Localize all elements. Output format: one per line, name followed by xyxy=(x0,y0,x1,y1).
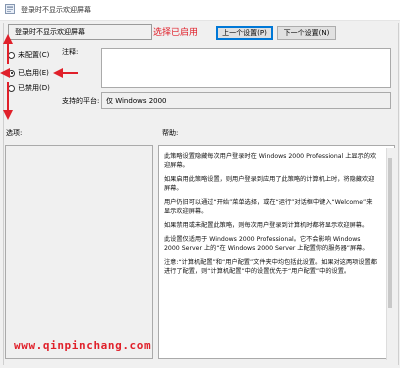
radio-not-configured[interactable]: 未配置(C) xyxy=(8,49,49,61)
platform-label: 支持的平台: xyxy=(62,97,100,105)
radio-label: 已禁用(D) xyxy=(18,84,50,92)
help-paragraph: 注意:“计算机配置”和“用户配置”文件夹中均包括此设置。如果对这两项设置都进行了… xyxy=(164,259,377,275)
radio-label: 已启用(E) xyxy=(18,69,49,77)
help-paragraph: 此设置仅适用于 Windows 2000 Professional。它不会影响 … xyxy=(164,236,369,252)
help-label: 帮助: xyxy=(162,129,179,137)
radio-label: 未配置(C) xyxy=(18,51,50,59)
radio-circle[interactable] xyxy=(8,69,15,77)
setting-name: 登录时不显示欢迎屏幕 xyxy=(8,24,152,40)
comment-label: 注释: xyxy=(62,48,79,56)
options-label: 选项: xyxy=(6,129,23,137)
scrollbar-thumb[interactable] xyxy=(388,158,392,308)
radio-circle[interactable] xyxy=(8,51,15,59)
platform-text: 仅 Windows 2000 xyxy=(106,97,167,105)
comment-textarea[interactable] xyxy=(101,48,391,88)
next-setting-button[interactable]: 下一个设置(N) xyxy=(277,26,336,40)
radio-enabled[interactable]: 已启用(E) xyxy=(8,67,49,79)
platform-value: 仅 Windows 2000 xyxy=(101,92,391,109)
watermark: www.qinpinchang.com xyxy=(14,339,152,352)
options-panel xyxy=(5,145,153,359)
radio-disabled[interactable]: 已禁用(D) xyxy=(8,82,50,94)
window-title: 登录时不显示欢迎屏幕 xyxy=(21,6,91,14)
previous-setting-button[interactable]: 上一个设置(P) xyxy=(216,26,273,40)
help-paragraph: 如果禁用或未配置此策略，则每次用户登录到计算机时都将显示欢迎屏幕。 xyxy=(164,222,369,229)
help-paragraph: 如果启用此策略设置，则用户登录到应用了此策略的计算机上时，将隐藏欢迎屏幕。 xyxy=(164,176,375,192)
policy-icon xyxy=(5,4,15,14)
radio-circle[interactable] xyxy=(8,84,15,92)
help-paragraph: 用户仍旧可以通过“开始”菜单选择，或在“运行”对话框中键入“Welcome”来显… xyxy=(164,199,373,215)
help-text: 此策略设置隐藏每次用户登录时在 Windows 2000 Professiona… xyxy=(160,148,382,358)
annotation-select-enabled: 选择已启用 xyxy=(153,28,199,38)
help-paragraph: 此策略设置隐藏每次用户登录时在 Windows 2000 Professiona… xyxy=(164,153,377,169)
